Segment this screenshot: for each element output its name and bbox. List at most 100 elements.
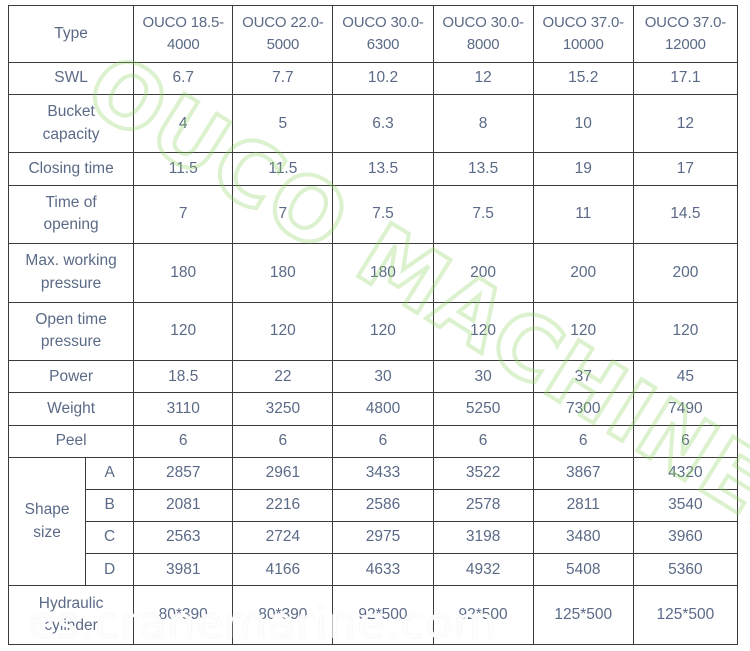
cell-weight-4: 7300 [532,392,634,426]
cell-power-5: 45 [632,360,739,394]
row-label-closing-time-line1: Closing time [28,159,114,177]
table-row-shape-size-b: B 2081 2216 2586 2578 2811 3540 [9,488,739,523]
cell-peel-0: 6 [133,424,234,458]
cell-shape-size-c-0: 2563 [133,521,234,555]
row-label-max-working-pressure-line2: pressure [40,274,102,292]
cell-shape-size-c-1: 2724 [232,521,334,555]
model-header-0-line1: OUCO 18.5- [142,14,225,32]
cell-shape-size-c-5: 3960 [632,521,739,555]
model-header-2-line1: OUCO 30.0- [342,14,424,32]
model-header-1-line2: 5000 [266,35,300,53]
row-label-open-time-pressure-line2: pressure [40,333,102,351]
cell-shape-size-d-5: 5360 [632,553,739,587]
model-header-4-line2: 10000 [562,35,604,53]
table-row-power: Power 18.5 22 30 30 37 45 [7,360,739,394]
model-header-0-line2: 4000 [166,35,200,53]
cell-open-time-pressure-0: 120 [133,301,234,362]
cell-open-time-pressure-4: 120 [532,301,634,362]
cell-power-4: 37 [532,360,634,394]
cell-bucket-capacity-2: 6.3 [332,93,434,154]
cell-shape-size-a-3: 3522 [432,456,534,490]
shape-size-key-b: B [85,488,135,523]
table-row-open-time-pressure: Open time pressure 120 120 120 120 120 1… [7,301,739,362]
cell-peel-1: 6 [232,424,334,458]
cell-bucket-capacity-4: 10 [532,93,634,154]
model-header-1: OUCO 22.0- 5000 [232,5,334,63]
cell-bucket-capacity-0: 4 [133,93,234,154]
row-label-bucket-capacity-line2: capacity [42,125,100,143]
cell-swl-0: 6.7 [133,61,234,95]
cell-open-time-pressure-2: 120 [332,301,434,362]
row-label-time-of-opening-line1: Time of [45,193,97,211]
cell-swl-1: 7.7 [232,61,334,95]
cell-peel-5: 6 [632,424,739,458]
cell-closing-time-3: 13.5 [432,152,534,186]
cell-closing-time-0: 11.5 [133,152,234,186]
shape-size-key-c: C [85,521,135,555]
table-row-type-header: Type OUCO 18.5- 4000 OUCO 22.0- 5000 OUC… [7,5,739,63]
cell-max-working-pressure-2: 180 [332,243,434,303]
specification-table: Type OUCO 18.5- 4000 OUCO 22.0- 5000 OUC… [7,5,739,645]
cell-swl-2: 10.2 [332,61,434,95]
cell-time-of-opening-0: 7 [133,184,234,245]
cell-hydraulic-cylinder-2: 92*500 [332,585,434,645]
cell-open-time-pressure-1: 120 [232,301,334,362]
cell-max-working-pressure-4: 200 [532,243,634,303]
cell-shape-size-a-5: 4320 [632,456,739,490]
cell-shape-size-c-2: 2975 [332,521,434,555]
cell-swl-4: 15.2 [532,61,634,95]
cell-open-time-pressure-3: 120 [432,301,534,362]
cell-weight-0: 3110 [133,392,234,426]
specification-table-container: Type OUCO 18.5- 4000 OUCO 22.0- 5000 OUC… [7,5,739,645]
cell-shape-size-d-0: 3981 [133,553,234,587]
cell-weight-1: 3250 [232,392,334,426]
row-label-open-time-pressure: Open time pressure [7,301,135,362]
screenshot-page: Type OUCO 18.5- 4000 OUCO 22.0- 5000 OUC… [0,0,750,651]
row-label-max-working-pressure: Max. working pressure [7,243,135,303]
row-label-open-time-pressure-line1: Open time [35,310,107,328]
model-header-5-line1: OUCO 37.0- [644,14,727,32]
cell-swl-5: 17.1 [632,61,739,95]
cell-shape-size-c-4: 3480 [532,521,634,555]
row-label-weight: Weight [7,392,135,426]
table-row-weight: Weight 3110 3250 4800 5250 7300 7490 [7,392,739,426]
cell-open-time-pressure-5: 120 [632,301,739,362]
cell-max-working-pressure-5: 200 [632,243,739,303]
shape-size-key-d: D [85,553,135,587]
cell-shape-size-d-3: 4932 [432,553,534,587]
model-header-4-line1: OUCO 37.0- [542,14,625,32]
table-row-shape-size-a: Shape size A 2857 2961 3433 3522 3867 43… [7,456,739,587]
cell-time-of-opening-5: 14.5 [632,184,739,245]
cell-max-working-pressure-1: 180 [232,243,334,303]
cell-bucket-capacity-3: 8 [432,93,534,154]
row-label-swl: SWL [7,61,135,95]
cell-shape-size-a-1: 2961 [232,456,334,490]
cell-bucket-capacity-5: 12 [632,93,739,154]
row-label-power-line1: Power [49,367,94,385]
row-label-closing-time: Closing time [7,152,135,186]
row-label-shape-size-line2: size [33,523,61,541]
row-label-max-working-pressure-line1: Max. working [25,252,117,270]
cell-closing-time-2: 13.5 [332,152,434,186]
table-row-peel: Peel 6 6 6 6 6 6 [7,424,739,458]
table-row-swl: SWL 6.7 7.7 10.2 12 15.2 17.1 [7,61,739,95]
cell-power-1: 22 [232,360,334,394]
cell-shape-size-b-0: 2081 [133,488,234,523]
cell-hydraulic-cylinder-5: 125*500 [632,585,739,645]
cell-weight-5: 7490 [632,392,739,426]
cell-hydraulic-cylinder-1: 80*390 [232,585,334,645]
cell-swl-3: 12 [432,61,534,95]
row-label-type: Type [7,5,135,63]
row-label-hydraulic-cylinder-line2: cylinder [44,617,98,635]
cell-shape-size-b-5: 3540 [632,488,739,523]
model-header-3: OUCO 30.0- 8000 [432,5,534,63]
cell-weight-3: 5250 [432,392,534,426]
cell-peel-4: 6 [532,424,634,458]
model-header-2: OUCO 30.0- 6300 [332,5,434,63]
model-header-5: OUCO 37.0- 12000 [632,5,739,63]
row-label-peel: Peel [7,424,135,458]
cell-power-3: 30 [432,360,534,394]
cell-shape-size-d-4: 5408 [532,553,634,587]
cell-closing-time-1: 11.5 [232,152,334,186]
row-label-shape-size-line1: Shape [24,501,70,519]
